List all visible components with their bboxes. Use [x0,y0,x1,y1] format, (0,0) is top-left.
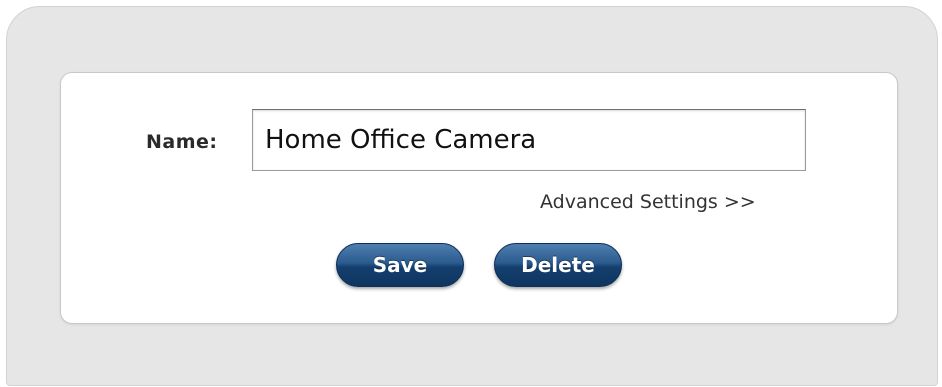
delete-button[interactable]: Delete [494,243,622,287]
save-button[interactable]: Save [336,243,464,287]
advanced-settings-link[interactable]: Advanced Settings >> [540,191,756,213]
name-input[interactable] [252,109,806,171]
name-label: Name: [146,131,218,153]
